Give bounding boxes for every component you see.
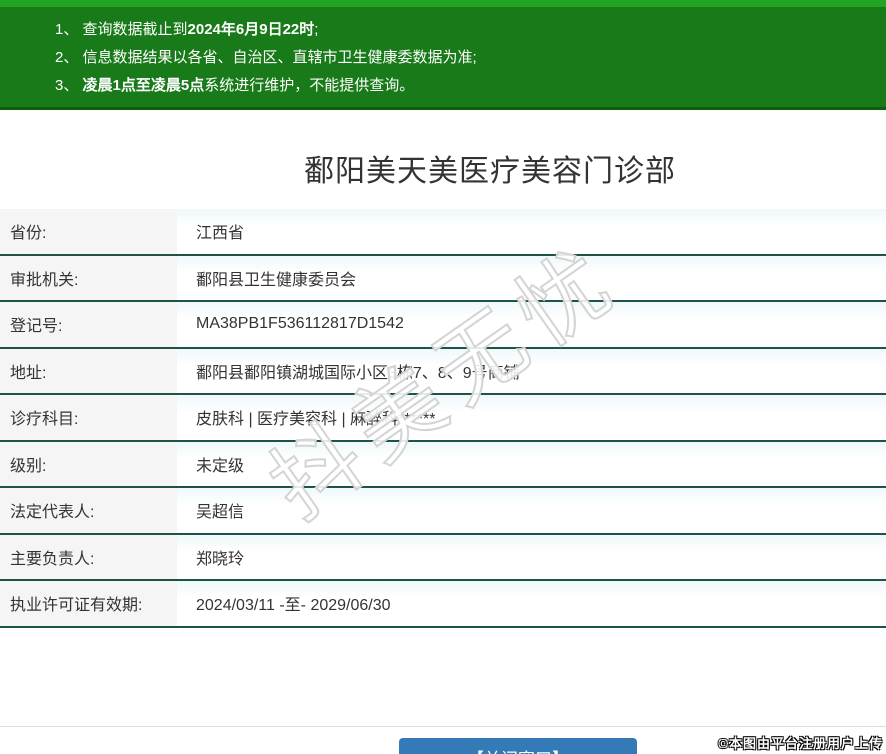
- row-value: 江西省: [196, 225, 245, 243]
- row-value: 皮肤科 | 医疗美容科 | 麻醉科******: [196, 411, 436, 429]
- row-label: 省份:: [0, 209, 177, 254]
- row-label: 地址:: [0, 348, 177, 393]
- notice-text: 系统进行维护，不能提供查询。: [204, 77, 415, 94]
- row-value: 鄱阳县卫生健康委员会: [196, 271, 357, 289]
- page-title: 鄱阳美天美医疗美容门诊部: [304, 155, 676, 188]
- notice-text: 1、 查询数据截止到: [55, 21, 188, 38]
- table-row-province: 省份: 江西省: [0, 209, 886, 256]
- row-label: 登记号:: [0, 302, 177, 347]
- row-value: 2024/03/11 -至- 2029/06/30: [196, 597, 391, 615]
- table-row-approval-authority: 审批机关: 鄱阳县卫生健康委员会: [0, 255, 886, 302]
- row-value: 郑晓玲: [196, 550, 245, 568]
- notice-line-1: 1、 查询数据截止到2024年6月9日22时;: [55, 16, 876, 44]
- close-window-button[interactable]: 【关闭窗口】: [399, 737, 637, 754]
- row-label: 执业许可证有效期:: [0, 581, 177, 626]
- query-result-page: 1、 查询数据截止到2024年6月9日22时; 2、 信息数据结果以各省、自治区…: [0, 0, 886, 754]
- row-label: 审批机关:: [0, 255, 177, 300]
- row-value: 未定级: [196, 457, 245, 475]
- row-label: 法定代表人:: [0, 488, 177, 533]
- notice-line-2: 2、 信息数据结果以各省、自治区、直辖市卫生健康委数据为准;: [55, 44, 876, 72]
- notice-banner: 1、 查询数据截止到2024年6月9日22时; 2、 信息数据结果以各省、自治区…: [0, 0, 886, 110]
- row-label: 级别:: [0, 441, 177, 486]
- institution-info-table: 省份: 江西省 审批机关: 鄱阳县卫生健康委员会 登记号: MA38PB1F53…: [0, 209, 886, 628]
- table-row-address: 地址: 鄱阳县鄱阳镇湖城国际小区3栋7、8、9号商铺: [0, 348, 886, 395]
- table-row-main-person-in-charge: 主要负责人: 郑晓玲: [0, 534, 886, 581]
- notice-text: ;: [314, 21, 319, 38]
- row-label: 主要负责人:: [0, 534, 177, 579]
- notice-bold-text: 2024年6月9日22时: [187, 21, 315, 38]
- table-row-medical-subjects: 诊疗科目: 皮肤科 | 医疗美容科 | 麻醉科******: [0, 395, 886, 442]
- table-row-level: 级别: 未定级: [0, 441, 886, 488]
- row-value: 鄱阳县鄱阳镇湖城国际小区3栋7、8、9号商铺: [196, 364, 520, 382]
- table-row-license-validity: 执业许可证有效期: 2024/03/11 -至- 2029/06/30: [0, 581, 886, 628]
- bottom-divider: [0, 725, 886, 727]
- photo-credit-overlay: ©本图由平台注册用户上传: [718, 736, 883, 751]
- notice-bold-text: 凌晨1点至凌晨5点: [82, 77, 205, 94]
- notice-text: 2、 信息数据结果以各省、自治区、直辖市卫生健康委数据为准;: [55, 49, 477, 66]
- title-container: 鄱阳美天美医疗美容门诊部: [0, 110, 886, 209]
- notice-line-3: 3、 凌晨1点至凌晨5点系统进行维护，不能提供查询。: [55, 72, 876, 100]
- table-row-registration-number: 登记号: MA38PB1F536112817D1542: [0, 302, 886, 349]
- row-value: 吴超信: [196, 504, 245, 522]
- row-label: 诊疗科目:: [0, 395, 177, 440]
- row-value: MA38PB1F536112817D1542: [196, 315, 404, 333]
- table-row-legal-representative: 法定代表人: 吴超信: [0, 488, 886, 535]
- notice-text: 3、: [55, 77, 83, 94]
